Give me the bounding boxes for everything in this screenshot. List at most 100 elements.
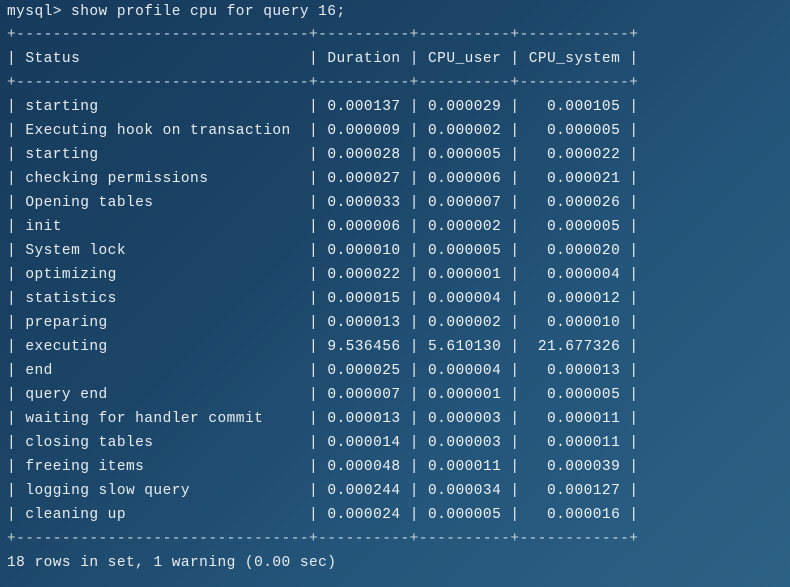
status-cell: closing tables bbox=[25, 435, 300, 451]
table-row: | checking permissions | 0.000027 | 0.00… bbox=[7, 171, 639, 187]
value-cell: 0.000137 bbox=[327, 99, 401, 115]
value-cell: 0.000005 bbox=[428, 147, 502, 163]
status-cell: waiting for handler commit bbox=[25, 411, 300, 427]
value-cell: 0.000001 bbox=[428, 267, 502, 283]
table-row: | waiting for handler commit | 0.000013 … bbox=[7, 411, 639, 427]
value-cell: 0.000026 bbox=[528, 195, 621, 211]
value-cell: 0.000127 bbox=[528, 483, 621, 499]
value-cell: 0.000004 bbox=[528, 267, 621, 283]
value-cell: 0.000034 bbox=[428, 483, 502, 499]
value-cell: 0.000033 bbox=[327, 195, 401, 211]
value-cell: 0.000029 bbox=[428, 99, 502, 115]
value-cell: 0.000244 bbox=[327, 483, 401, 499]
value-cell: 9.536456 bbox=[327, 339, 401, 355]
value-cell: 0.000005 bbox=[528, 387, 621, 403]
status-cell: checking permissions bbox=[25, 171, 300, 187]
result-summary: 18 rows in set, 1 warning (0.00 sec) bbox=[7, 555, 337, 571]
value-cell: 0.000025 bbox=[327, 363, 401, 379]
column-header: Duration bbox=[327, 51, 401, 67]
value-cell: 0.000022 bbox=[327, 267, 401, 283]
table-row: | freeing items | 0.000048 | 0.000011 | … bbox=[7, 459, 639, 475]
column-header: CPU_system bbox=[528, 51, 621, 67]
status-cell: starting bbox=[25, 99, 300, 115]
status-cell: freeing items bbox=[25, 459, 300, 475]
table-row: | Opening tables | 0.000033 | 0.000007 |… bbox=[7, 195, 639, 211]
value-cell: 0.000006 bbox=[327, 219, 401, 235]
value-cell: 0.000010 bbox=[528, 315, 621, 331]
value-cell: 5.610130 bbox=[428, 339, 502, 355]
value-cell: 0.000020 bbox=[528, 243, 621, 259]
table-row: | query end | 0.000007 | 0.000001 | 0.00… bbox=[7, 387, 639, 403]
table-row: | cleaning up | 0.000024 | 0.000005 | 0.… bbox=[7, 507, 639, 523]
command-line: mysql> show profile cpu for query 16; bbox=[7, 4, 346, 20]
status-cell: Opening tables bbox=[25, 195, 300, 211]
value-cell: 0.000012 bbox=[528, 291, 621, 307]
value-cell: 0.000011 bbox=[428, 459, 502, 475]
value-cell: 0.000003 bbox=[428, 435, 502, 451]
value-cell: 0.000007 bbox=[327, 387, 401, 403]
value-cell: 0.000021 bbox=[528, 171, 621, 187]
status-cell: preparing bbox=[25, 315, 300, 331]
table-row: | starting | 0.000028 | 0.000005 | 0.000… bbox=[7, 147, 639, 163]
value-cell: 0.000015 bbox=[327, 291, 401, 307]
table-bottom-border: +--------------------------------+------… bbox=[7, 531, 639, 547]
value-cell: 0.000004 bbox=[428, 291, 502, 307]
table-header-row: | Status | Duration | CPU_user | CPU_sys… bbox=[7, 51, 639, 67]
status-cell: logging slow query bbox=[25, 483, 300, 499]
value-cell: 0.000002 bbox=[428, 315, 502, 331]
value-cell: 0.000005 bbox=[428, 507, 502, 523]
status-cell: query end bbox=[25, 387, 300, 403]
value-cell: 0.000027 bbox=[327, 171, 401, 187]
table-row: | Executing hook on transaction | 0.0000… bbox=[7, 123, 639, 139]
status-cell: executing bbox=[25, 339, 300, 355]
value-cell: 0.000005 bbox=[528, 123, 621, 139]
column-header: CPU_user bbox=[428, 51, 502, 67]
value-cell: 0.000028 bbox=[327, 147, 401, 163]
value-cell: 0.000001 bbox=[428, 387, 502, 403]
value-cell: 0.000013 bbox=[528, 363, 621, 379]
table-row: | optimizing | 0.000022 | 0.000001 | 0.0… bbox=[7, 267, 639, 283]
value-cell: 0.000039 bbox=[528, 459, 621, 475]
value-cell: 0.000022 bbox=[528, 147, 621, 163]
status-cell: end bbox=[25, 363, 300, 379]
value-cell: 0.000004 bbox=[428, 363, 502, 379]
table-row: | starting | 0.000137 | 0.000029 | 0.000… bbox=[7, 99, 639, 115]
terminal-window[interactable]: mysql> show profile cpu for query 16; +-… bbox=[0, 0, 790, 587]
value-cell: 0.000005 bbox=[528, 219, 621, 235]
value-cell: 0.000013 bbox=[327, 315, 401, 331]
value-cell: 0.000007 bbox=[428, 195, 502, 211]
value-cell: 0.000009 bbox=[327, 123, 401, 139]
table-body: | starting | 0.000137 | 0.000029 | 0.000… bbox=[7, 95, 639, 527]
profile-table: +--------------------------------+------… bbox=[7, 23, 639, 551]
value-cell: 0.000006 bbox=[428, 171, 502, 187]
value-cell: 0.000024 bbox=[327, 507, 401, 523]
status-cell: init bbox=[25, 219, 300, 235]
table-row: | statistics | 0.000015 | 0.000004 | 0.0… bbox=[7, 291, 639, 307]
table-row: | end | 0.000025 | 0.000004 | 0.000013 | bbox=[7, 363, 639, 379]
table-row: | closing tables | 0.000014 | 0.000003 |… bbox=[7, 435, 639, 451]
value-cell: 21.677326 bbox=[528, 339, 621, 355]
value-cell: 0.000002 bbox=[428, 219, 502, 235]
column-header: Status bbox=[25, 51, 300, 67]
table-row: | System lock | 0.000010 | 0.000005 | 0.… bbox=[7, 243, 639, 259]
status-cell: statistics bbox=[25, 291, 300, 307]
status-cell: starting bbox=[25, 147, 300, 163]
value-cell: 0.000011 bbox=[528, 435, 621, 451]
value-cell: 0.000048 bbox=[327, 459, 401, 475]
value-cell: 0.000011 bbox=[528, 411, 621, 427]
table-row: | preparing | 0.000013 | 0.000002 | 0.00… bbox=[7, 315, 639, 331]
table-row: | init | 0.000006 | 0.000002 | 0.000005 … bbox=[7, 219, 639, 235]
table-row: | executing | 9.536456 | 5.610130 | 21.6… bbox=[7, 339, 639, 355]
status-cell: System lock bbox=[25, 243, 300, 259]
value-cell: 0.000005 bbox=[428, 243, 502, 259]
status-cell: cleaning up bbox=[25, 507, 300, 523]
status-cell: optimizing bbox=[25, 267, 300, 283]
table-top-border: +--------------------------------+------… bbox=[7, 27, 639, 43]
value-cell: 0.000016 bbox=[528, 507, 621, 523]
table-row: | logging slow query | 0.000244 | 0.0000… bbox=[7, 483, 639, 499]
value-cell: 0.000105 bbox=[528, 99, 621, 115]
table-header-border: +--------------------------------+------… bbox=[7, 75, 639, 91]
value-cell: 0.000013 bbox=[327, 411, 401, 427]
value-cell: 0.000002 bbox=[428, 123, 502, 139]
value-cell: 0.000003 bbox=[428, 411, 502, 427]
